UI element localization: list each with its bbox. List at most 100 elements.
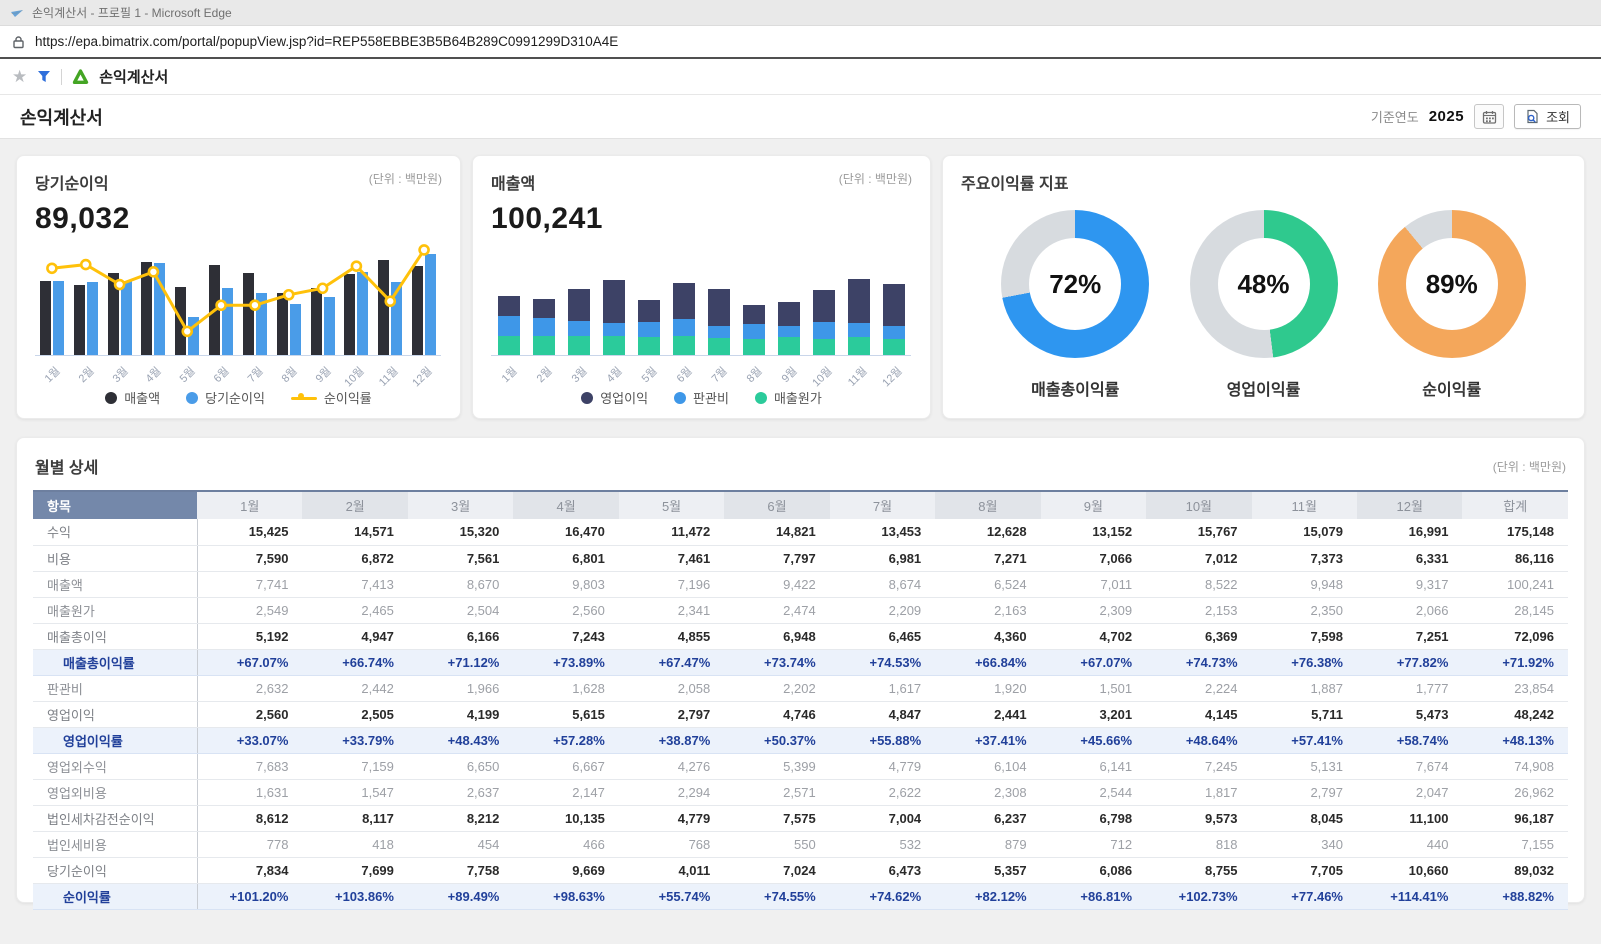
cell-value: 2,560	[513, 597, 618, 623]
report-name: 손익계산서	[99, 66, 168, 87]
cell-value: 8,045	[1252, 805, 1357, 831]
page-title: 손익계산서	[20, 104, 103, 130]
cell-value: 7,741	[197, 571, 302, 597]
cell-value: 6,667	[513, 753, 618, 779]
stack-영업이익	[708, 289, 730, 326]
cell-value: 23,854	[1462, 675, 1568, 701]
cell-value: +38.87%	[619, 727, 724, 753]
filter-icon[interactable]	[37, 70, 51, 83]
cell-value: +57.41%	[1252, 727, 1357, 753]
cell-value: 778	[197, 831, 302, 857]
url-text[interactable]: https://epa.bimatrix.com/portal/popupVie…	[35, 34, 618, 49]
cell-value: 6,104	[935, 753, 1040, 779]
cell-value: 11,100	[1357, 805, 1462, 831]
stack-영업이익	[883, 284, 905, 326]
donut-label: 영업이익률	[1227, 376, 1301, 400]
cell-value: +66.74%	[302, 649, 407, 675]
cell-value: 2,308	[935, 779, 1040, 805]
cell-value: 72,096	[1462, 623, 1568, 649]
stack-매출원가	[673, 336, 695, 355]
stack-영업이익	[673, 283, 695, 319]
cell-value: 2,474	[724, 597, 829, 623]
cell-value: 5,357	[935, 857, 1040, 883]
cell-value: 13,152	[1041, 519, 1146, 545]
cell-value: +98.63%	[513, 883, 618, 909]
table-row: 법인세차감전순이익8,6128,1178,21210,1354,7797,575…	[33, 805, 1568, 831]
column-header-month: 12월	[1357, 491, 1462, 519]
row-label: 순이익률	[33, 883, 197, 909]
column-header-month: 4월	[513, 491, 618, 519]
cell-value: 5,473	[1357, 701, 1462, 727]
cell-value: 2,560	[197, 701, 302, 727]
cell-value: +74.55%	[724, 883, 829, 909]
cell-value: 7,271	[935, 545, 1040, 571]
cell-value: +102.73%	[1146, 883, 1251, 909]
cell-value: 7,004	[830, 805, 935, 831]
net-income-title: 당기순이익	[35, 170, 109, 194]
cell-value: 6,331	[1357, 545, 1462, 571]
column-header-month: 7월	[830, 491, 935, 519]
cell-value: 16,470	[513, 519, 618, 545]
stack-판관비	[603, 323, 625, 335]
search-button[interactable]: 조회	[1514, 104, 1581, 129]
cell-value: 7,461	[619, 545, 724, 571]
divider	[61, 69, 62, 85]
cell-value: 2,505	[302, 701, 407, 727]
cell-value: 2,441	[935, 701, 1040, 727]
cell-value: 14,571	[302, 519, 407, 545]
address-bar[interactable]: https://epa.bimatrix.com/portal/popupVie…	[0, 26, 1601, 59]
column-header-total: 합계	[1462, 491, 1568, 519]
base-year-value[interactable]: 2025	[1429, 108, 1464, 125]
cell-value: 2,147	[513, 779, 618, 805]
star-icon[interactable]: ★	[12, 68, 27, 85]
row-label: 매출액	[33, 571, 197, 597]
revenue-kpi: 100,241	[491, 202, 912, 236]
cell-value: 466	[513, 831, 618, 857]
cell-value: 48,242	[1462, 701, 1568, 727]
cell-value: 7,066	[1041, 545, 1146, 571]
column-header-month: 5월	[619, 491, 724, 519]
cell-value: 712	[1041, 831, 1146, 857]
donut-value: 48%	[1218, 238, 1310, 330]
table-header-row: 항목1월2월3월4월5월6월7월8월9월10월11월12월합계	[33, 491, 1568, 519]
row-label: 수익	[33, 519, 197, 545]
cell-value: 2,309	[1041, 597, 1146, 623]
cell-value: 2,066	[1357, 597, 1462, 623]
cell-value: 7,196	[619, 571, 724, 597]
cell-value: 6,141	[1041, 753, 1146, 779]
row-label: 법인세비용	[33, 831, 197, 857]
cell-value: +67.07%	[1041, 649, 1146, 675]
row-label: 매출원가	[33, 597, 197, 623]
cell-value: 15,425	[197, 519, 302, 545]
report-toolbar: ★ 손익계산서	[0, 59, 1601, 95]
lock-icon	[12, 35, 25, 49]
net-income-plot	[35, 238, 441, 356]
stack-영업이익	[778, 302, 800, 326]
cell-value: 15,767	[1146, 519, 1251, 545]
cell-value: 4,199	[408, 701, 513, 727]
cell-value: 7,598	[1252, 623, 1357, 649]
row-label: 법인세차감전순이익	[33, 805, 197, 831]
cell-value: 1,817	[1146, 779, 1251, 805]
cell-value: 7,575	[724, 805, 829, 831]
cell-value: 9,948	[1252, 571, 1357, 597]
donut-ring: 72%	[1001, 210, 1149, 358]
cell-value: 6,801	[513, 545, 618, 571]
stack-영업이익	[568, 289, 590, 321]
cell-value: 4,746	[724, 701, 829, 727]
table-row: 영업이익률+33.07%+33.79%+48.43%+57.28%+38.87%…	[33, 727, 1568, 753]
row-label: 영업이익	[33, 701, 197, 727]
cell-value: +71.92%	[1462, 649, 1568, 675]
cell-value: +73.74%	[724, 649, 829, 675]
stack-매출원가	[568, 336, 590, 355]
cell-value: +74.53%	[830, 649, 935, 675]
table-row: 수익15,42514,57115,32016,47011,47214,82113…	[33, 519, 1568, 545]
cell-value: +48.43%	[408, 727, 513, 753]
cell-value: 8,670	[408, 571, 513, 597]
cell-value: 5,711	[1252, 701, 1357, 727]
stack-판관비	[778, 326, 800, 337]
cell-value: +48.64%	[1146, 727, 1251, 753]
calendar-button[interactable]	[1474, 104, 1504, 129]
cell-value: 1,547	[302, 779, 407, 805]
cell-value: 4,855	[619, 623, 724, 649]
